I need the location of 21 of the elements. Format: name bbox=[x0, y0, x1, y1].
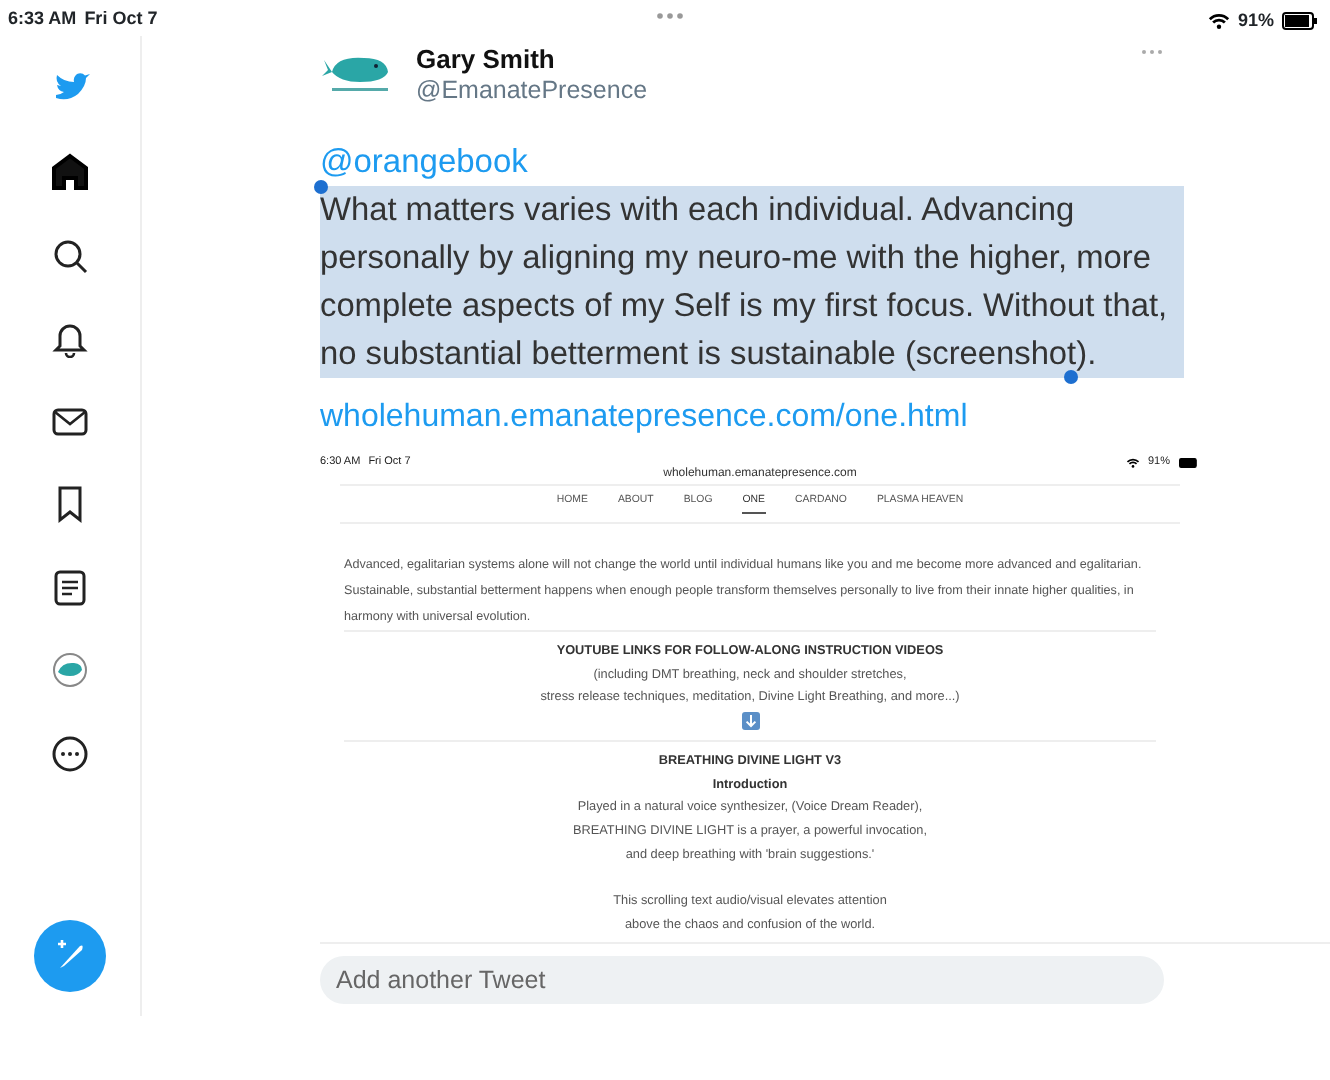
compose-tweet-button[interactable] bbox=[34, 919, 106, 991]
add-tweet-field[interactable]: Add another Tweet bbox=[320, 956, 1164, 1005]
compose-icon[interactable] bbox=[52, 937, 88, 973]
author-name[interactable]: Gary Smith bbox=[416, 44, 648, 74]
battery-percent: 91% bbox=[1237, 7, 1274, 34]
tweet-text[interactable]: What matters varies with each individual. Advancing personally by aligning my neuro-me with the higher, more complete aspects of my Self is my first focus. Without that, no substantial betterment is sustainable (screenshot). bbox=[320, 186, 1184, 378]
author-handle[interactable]: @EmanatePresence bbox=[416, 74, 648, 106]
wifi-icon bbox=[1125, 457, 1140, 468]
selection-handle[interactable] bbox=[1064, 370, 1078, 384]
battery-icon bbox=[1178, 457, 1200, 468]
more-icon[interactable] bbox=[50, 733, 90, 774]
wifi-icon bbox=[1207, 12, 1230, 30]
search-icon[interactable] bbox=[50, 235, 90, 276]
battery-icon bbox=[1282, 12, 1318, 30]
list-icon[interactable] bbox=[50, 567, 90, 608]
selection-handle[interactable] bbox=[314, 180, 328, 194]
status-time: 6:33 AM bbox=[8, 6, 77, 32]
down-arrow-icon[interactable] bbox=[741, 711, 759, 730]
profile-avatar-icon[interactable] bbox=[50, 650, 90, 691]
status-date: Fri Oct 7 bbox=[84, 6, 158, 32]
home-icon[interactable] bbox=[50, 152, 90, 193]
